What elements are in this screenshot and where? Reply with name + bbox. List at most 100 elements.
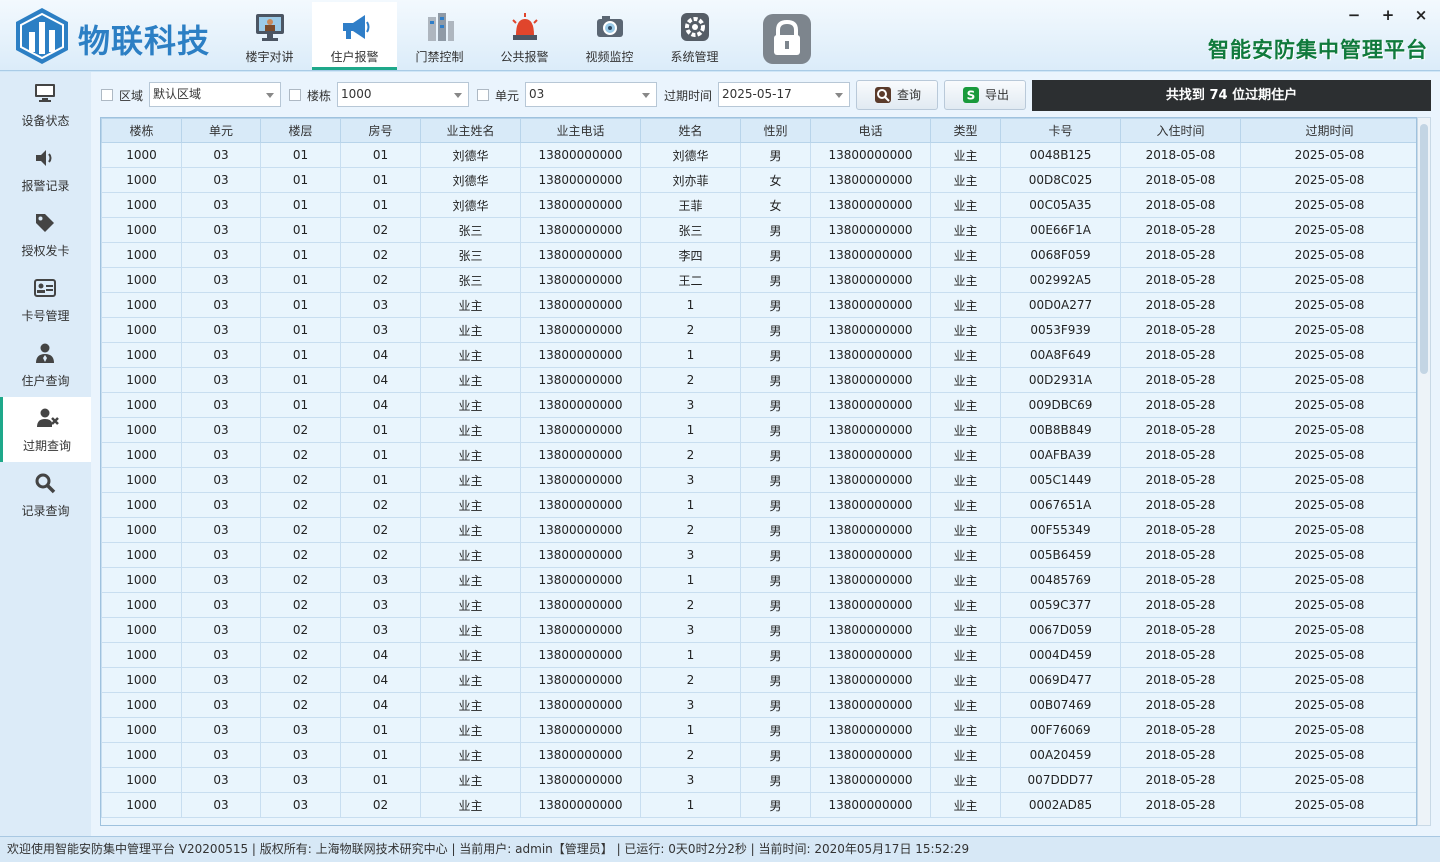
table-cell: 1000 — [101, 192, 182, 218]
building-checkbox[interactable] — [289, 89, 301, 101]
minimize-button[interactable]: − — [1343, 4, 1365, 26]
sidebar-item-card-management[interactable]: 卡号管理 — [0, 267, 91, 332]
table-row[interactable]: 1000 03 03 01 业主 13800000000 2 男 13800000000 业主 00… — [101, 742, 1416, 768]
scrollbar-thumb[interactable] — [1420, 124, 1428, 374]
sidebar-item-issue-card[interactable]: 授权发卡 — [0, 202, 91, 267]
table-cell: 业主 — [420, 642, 521, 668]
sidebar-item-device-status[interactable]: 设备状态 — [0, 72, 91, 137]
table-row[interactable]: 1000 03 01 01 刘德华 13800000000 王菲女 13800000000 业主… — [101, 192, 1416, 218]
table-cell: 2018-05-28 — [1120, 342, 1241, 368]
table-cell: 03 — [260, 717, 341, 743]
sidebar-item-resident-query[interactable]: 住户查询 — [0, 332, 91, 397]
column-header[interactable]: 单元 — [181, 118, 261, 143]
unit-select[interactable]: 03 — [525, 82, 657, 107]
table-cell: 3 — [640, 767, 741, 793]
sidebar-label: 设备状态 — [21, 114, 70, 128]
lock-icon[interactable] — [763, 14, 811, 64]
table-row[interactable]: 1000 03 01 01 刘德华 13800000000 刘亦菲女 13800000000 业… — [101, 167, 1416, 193]
column-header[interactable]: 房号 — [340, 118, 421, 143]
table-cell: 业主 — [420, 617, 521, 643]
table-row[interactable]: 1000 03 01 03 业主 13800000000 2 男 13800000000 业主 00… — [101, 317, 1416, 343]
gear-icon — [681, 13, 709, 41]
nav-tab-video[interactable]: 视频监控 — [567, 2, 652, 70]
nav-tab-resident-alarm[interactable]: 住户报警 — [312, 2, 397, 70]
table-cell: 业主 — [930, 567, 1001, 593]
nav-tab-intercom[interactable]: 楼宇对讲 — [227, 2, 312, 70]
table-row[interactable]: 1000 03 03 01 业主 13800000000 3 男 13800000000 业主 00… — [101, 767, 1416, 793]
column-header[interactable]: 性别 — [740, 118, 811, 143]
table-cell: 03 — [181, 142, 261, 168]
column-header[interactable]: 业主姓名 — [420, 118, 521, 143]
column-header[interactable]: 姓名 — [640, 118, 741, 143]
table-row[interactable]: 1000 03 02 02 业主 13800000000 3 男 13800000000 业主 00… — [101, 542, 1416, 568]
table-cell: 007DDD77 — [1000, 767, 1121, 793]
table-cell: 03 — [181, 642, 261, 668]
table-cell: 张三 — [640, 217, 741, 243]
table-cell: 13800000000 — [810, 742, 931, 768]
svg-text:S: S — [967, 89, 976, 103]
table-row[interactable]: 1000 03 02 02 业主 13800000000 1 男 13800000000 业主 00… — [101, 492, 1416, 518]
results-table[interactable]: 楼栋 单元 楼层 房号 业主姓名 业主电话 姓名 性别 电话 类型 卡号 入住时间 过期时间 1000 0… — [100, 117, 1417, 826]
table-row[interactable]: 1000 03 01 02 张三 13800000000 张三男 13800000000 业主 0… — [101, 217, 1416, 243]
table-row[interactable]: 1000 03 02 01 业主 13800000000 3 男 13800000000 业主 00… — [101, 467, 1416, 493]
table-cell: 13800000000 — [520, 542, 641, 568]
column-header[interactable]: 类型 — [930, 118, 1001, 143]
nav-tab-access-control[interactable]: 门禁控制 — [397, 2, 482, 70]
table-row[interactable]: 1000 03 02 02 业主 13800000000 2 男 13800000000 业主 00… — [101, 517, 1416, 543]
table-row[interactable]: 1000 03 02 03 业主 13800000000 3 男 13800000000 业主 00… — [101, 617, 1416, 643]
unit-checkbox[interactable] — [477, 89, 489, 101]
table-row[interactable]: 1000 03 02 04 业主 13800000000 3 男 13800000000 业主 00… — [101, 692, 1416, 718]
column-header[interactable]: 业主电话 — [520, 118, 641, 143]
sidebar-item-expiry-query[interactable]: 过期查询 — [0, 397, 91, 462]
column-header[interactable]: 过期时间 — [1240, 118, 1416, 143]
column-header[interactable]: 楼栋 — [101, 118, 182, 143]
column-header[interactable]: 楼层 — [260, 118, 341, 143]
table-cell: 1000 — [101, 217, 182, 243]
expire-date-picker[interactable]: 2025-05-17 — [718, 82, 850, 107]
query-button[interactable]: 查询 — [856, 80, 938, 110]
building-select[interactable]: 1000 — [337, 82, 469, 107]
area-select[interactable]: 默认区域 — [149, 82, 281, 107]
table-cell: 1000 — [101, 242, 182, 268]
nav-tab-public-alarm[interactable]: 公共报警 — [482, 2, 567, 70]
maximize-button[interactable]: + — [1377, 4, 1399, 26]
table-row[interactable]: 1000 03 02 01 业主 13800000000 2 男 13800000000 业主 00… — [101, 442, 1416, 468]
export-button[interactable]: S 导出 — [944, 80, 1026, 110]
table-row[interactable]: 1000 03 03 01 业主 13800000000 1 男 13800000000 业主 00… — [101, 717, 1416, 743]
table-row[interactable]: 1000 03 03 02 业主 13800000000 1 男 13800000000 业主 00… — [101, 792, 1416, 818]
table-cell: 00AFBA39 — [1000, 442, 1121, 468]
sidebar-item-alarm-records[interactable]: 报警记录 — [0, 137, 91, 202]
table-cell: 业主 — [930, 192, 1001, 218]
table-row[interactable]: 1000 03 02 01 业主 13800000000 1 男 13800000000 业主 00… — [101, 417, 1416, 443]
table-row[interactable]: 1000 03 02 04 业主 13800000000 1 男 13800000000 业主 00… — [101, 642, 1416, 668]
table-cell: 01 — [260, 342, 341, 368]
table-row[interactable]: 1000 03 02 04 业主 13800000000 2 男 13800000000 业主 00… — [101, 667, 1416, 693]
nav-tab-system[interactable]: 系统管理 — [652, 2, 737, 70]
sidebar-item-record-query[interactable]: 记录查询 — [0, 462, 91, 527]
table-cell: 2 — [640, 517, 741, 543]
table-row[interactable]: 1000 03 01 04 业主 13800000000 2 男 13800000000 业主 00… — [101, 367, 1416, 393]
table-cell: 业主 — [930, 667, 1001, 693]
table-row[interactable]: 1000 03 02 03 业主 13800000000 1 男 13800000000 业主 00… — [101, 567, 1416, 593]
table-row[interactable]: 1000 03 01 02 张三 13800000000 李四男 13800000000 业主 0… — [101, 242, 1416, 268]
column-header[interactable]: 入住时间 — [1120, 118, 1241, 143]
area-checkbox[interactable] — [101, 89, 113, 101]
table-row[interactable]: 1000 03 01 04 业主 13800000000 3 男 13800000000 业主 00… — [101, 392, 1416, 418]
table-cell: 男 — [740, 717, 811, 743]
table-cell: 03 — [181, 492, 261, 518]
column-header[interactable]: 电话 — [810, 118, 931, 143]
table-row[interactable]: 1000 03 01 04 业主 13800000000 1 男 13800000000 业主 00… — [101, 342, 1416, 368]
table-cell: 2018-05-28 — [1120, 742, 1241, 768]
close-button[interactable]: × — [1410, 4, 1432, 26]
table-cell: 00D2931A — [1000, 367, 1121, 393]
table-cell: 0002AD85 — [1000, 792, 1121, 818]
table-cell: 王菲 — [640, 192, 741, 218]
table-cell: 2025-05-08 — [1240, 617, 1416, 643]
table-row[interactable]: 1000 03 01 01 刘德华 13800000000 刘德华男 13800000000 业… — [101, 142, 1416, 168]
column-header[interactable]: 卡号 — [1000, 118, 1121, 143]
vertical-scrollbar[interactable] — [1417, 117, 1431, 826]
table-row[interactable]: 1000 03 01 03 业主 13800000000 1 男 13800000000 业主 00… — [101, 292, 1416, 318]
table-cell: 业主 — [930, 542, 1001, 568]
table-row[interactable]: 1000 03 01 02 张三 13800000000 王二男 13800000000 业主 0… — [101, 267, 1416, 293]
table-row[interactable]: 1000 03 02 03 业主 13800000000 2 男 13800000000 业主 00… — [101, 592, 1416, 618]
